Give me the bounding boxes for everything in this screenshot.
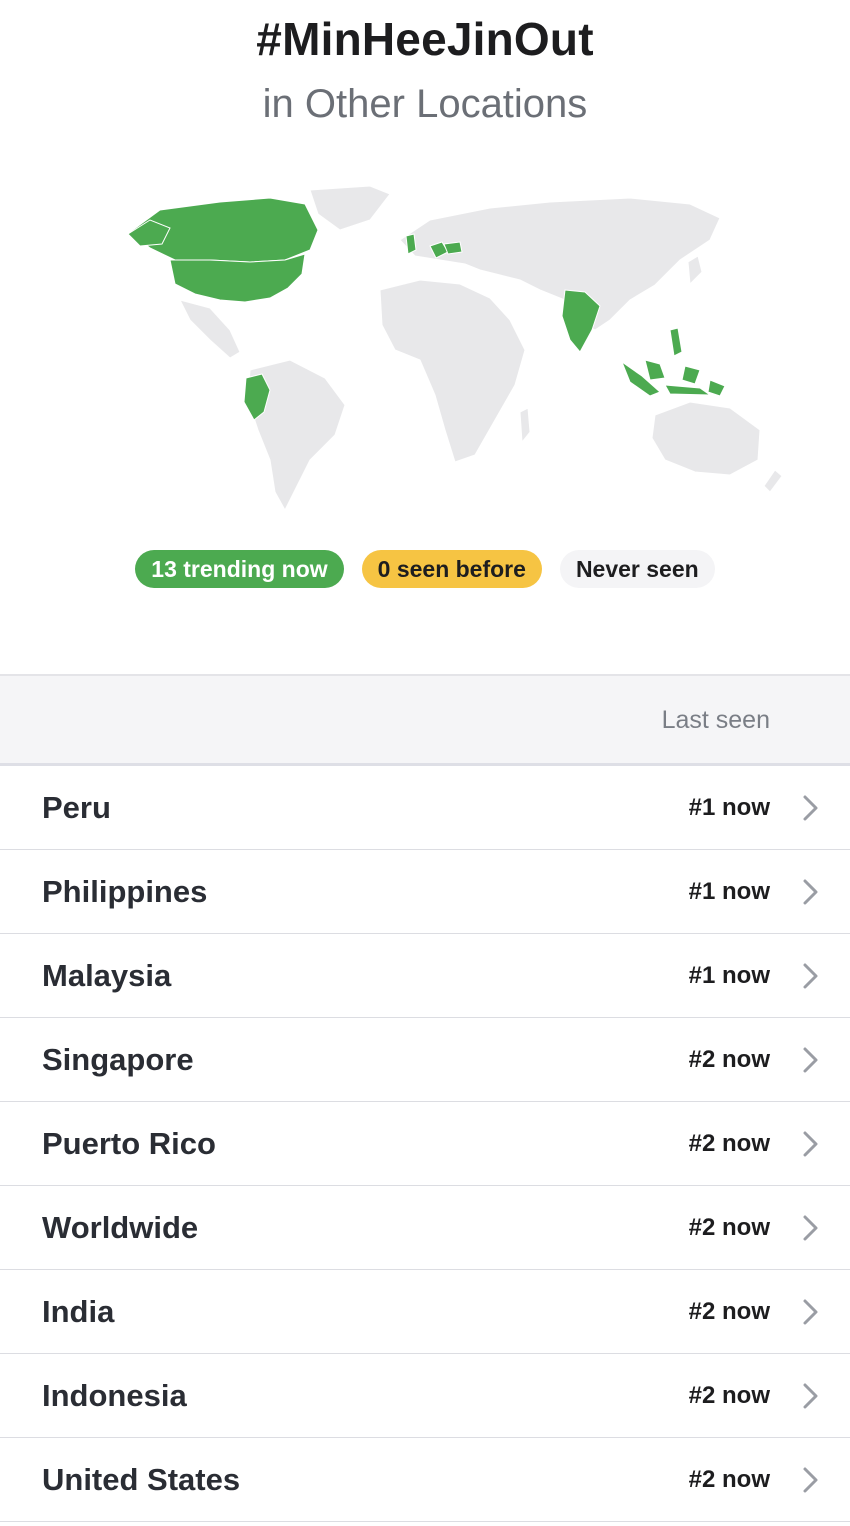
location-name: Puerto Rico: [42, 1126, 216, 1161]
location-rank: #1 now: [688, 962, 770, 989]
location-row[interactable]: Malaysia #1 now: [0, 934, 850, 1018]
location-row[interactable]: Indonesia #2 now: [0, 1354, 850, 1438]
world-map: [127, 185, 783, 512]
legend: 13 trending now 0 seen before Never seen: [0, 550, 850, 588]
location-rank: #1 now: [688, 878, 770, 905]
chevron-right-icon: [803, 1215, 818, 1241]
location-name: Worldwide: [42, 1210, 199, 1245]
chevron-right-icon: [803, 795, 818, 821]
location-row[interactable]: Worldwide #2 now: [0, 1186, 850, 1270]
location-name: India: [42, 1294, 115, 1329]
chevron-right-icon: [803, 1383, 818, 1409]
table-header: Last seen: [0, 674, 850, 766]
location-row[interactable]: India #2 now: [0, 1270, 850, 1354]
location-row[interactable]: Singapore #2 now: [0, 1018, 850, 1102]
location-name: Singapore: [42, 1042, 194, 1077]
location-row[interactable]: Philippines #1 now: [0, 850, 850, 934]
location-name: Indonesia: [42, 1378, 187, 1413]
location-name: Malaysia: [42, 958, 172, 993]
page-subtitle: in Other Locations: [262, 82, 588, 126]
location-name: United States: [42, 1462, 241, 1497]
location-rank: #2 now: [688, 1466, 770, 1493]
location-row[interactable]: Peru #1 now: [0, 766, 850, 850]
location-name: Philippines: [42, 874, 208, 909]
last-seen-column-header: Last seen: [661, 706, 770, 734]
chevron-right-icon: [803, 1131, 818, 1157]
location-rank: #2 now: [688, 1130, 770, 1157]
legend-seen-before-badge: 0 seen before: [361, 550, 542, 588]
chevron-right-icon: [803, 1047, 818, 1073]
location-name: Peru: [42, 790, 111, 825]
chevron-right-icon: [803, 879, 818, 905]
location-row[interactable]: United States #2 now: [0, 1438, 850, 1522]
location-rank: #2 now: [688, 1214, 770, 1241]
location-list: Peru #1 now Philippines #1 now Malaysia …: [0, 766, 850, 1522]
location-rank: #2 now: [688, 1298, 770, 1325]
legend-trending-badge: 13 trending now: [135, 550, 344, 588]
page-title: #MinHeeJinOut: [256, 13, 594, 65]
legend-never-seen-badge: Never seen: [559, 550, 715, 588]
location-row[interactable]: Puerto Rico #2 now: [0, 1102, 850, 1186]
location-rank: #2 now: [688, 1046, 770, 1073]
chevron-right-icon: [803, 1299, 818, 1325]
location-rank: #2 now: [688, 1382, 770, 1409]
chevron-right-icon: [803, 963, 818, 989]
location-rank: #1 now: [688, 794, 770, 821]
chevron-right-icon: [803, 1467, 818, 1493]
